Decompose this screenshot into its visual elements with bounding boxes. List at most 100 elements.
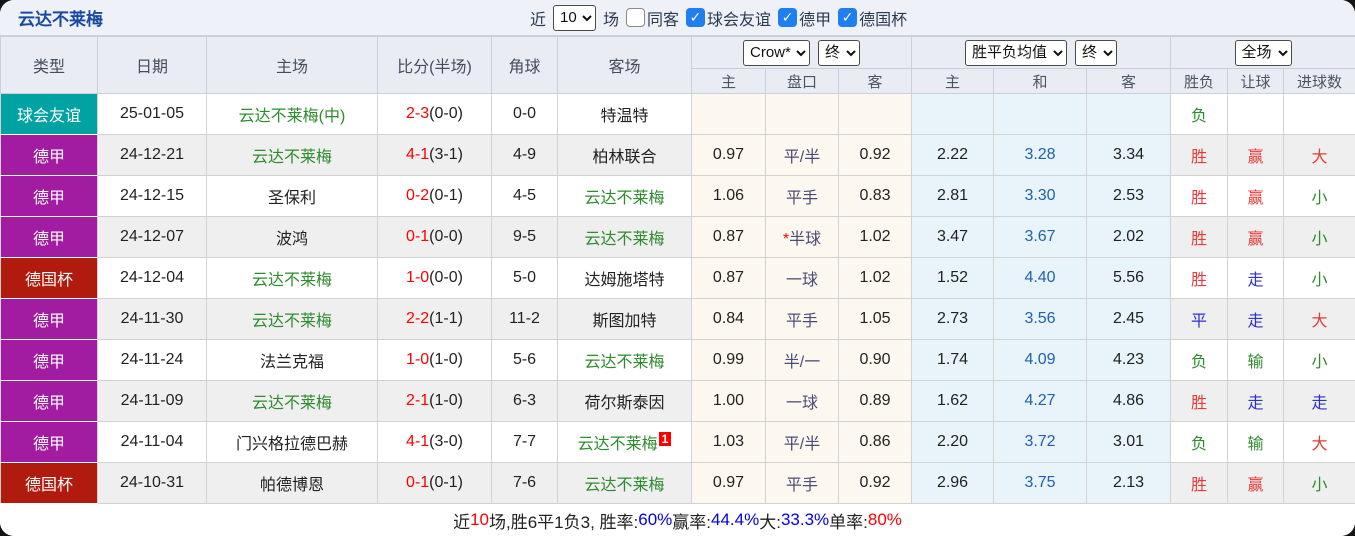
summary-bar: 近 10 场,胜6平1负3, 胜率: 60% 赢率: 44.4% 大: 33.3% 单率:… [0,504,1355,536]
match-date: 24-12-15 [97,175,207,217]
goals-result-cell: 走 [1283,380,1355,422]
mean-type-select[interactable]: 胜平负均值 [965,39,1068,66]
mean-away: 4.23 [1086,339,1172,381]
same-away-filter: 同客 [626,6,679,30]
table-row: 德甲 24-12-15 圣保利 0-2(0-1) 4-5 云达不莱梅 1.06 平手 0.83 2… [0,175,1355,217]
handicap-result-cell: 赢 [1227,462,1285,504]
match-type-badge: 德甲 [0,380,98,422]
handicap-cell: 半/一 [765,339,839,381]
handicap-result-cell: 走 [1227,257,1285,299]
mean-draw: 3.75 [993,462,1088,504]
result-cell: 负 [1170,93,1229,135]
result-cell: 胜 [1170,175,1229,217]
col-type: 类型 [0,36,98,94]
mean-group-header: 胜平负均值 终 [911,36,1172,69]
col-mean-draw: 和 [993,68,1088,94]
dfb-pokal-label: 德国杯 [859,11,908,29]
handicap-result-cell: 赢 [1227,216,1285,258]
table-row: 球会友谊 25-01-05 云达不莱梅(中) 2-3(0-0) 0-0 特温特 负 [0,93,1355,135]
match-type-badge: 德甲 [0,298,98,340]
friendly-checkbox[interactable] [686,8,706,27]
col-goals-result: 进球数 [1283,68,1355,94]
away-team: 云达不莱梅 [557,339,692,381]
handicap-cell: 一球 [765,380,839,422]
away-odds [837,93,913,135]
mean-away: 2.13 [1086,462,1172,504]
col-date: 日期 [97,36,207,94]
result-cell: 胜 [1170,257,1229,299]
match-date: 24-12-07 [97,216,207,258]
goals-result-cell: 小 [1283,257,1355,299]
col-odds-away: 客 [837,68,913,94]
handicap-cell: 平/半 [765,421,839,463]
match-type-badge: 球会友谊 [0,93,98,135]
col-result: 胜负 [1170,68,1229,94]
mean-away: 5.56 [1086,257,1172,299]
home-team: 门兴格拉德巴赫 [206,421,378,463]
red-card-badge: 1 [658,431,672,446]
odds-company-select[interactable]: Crow* [743,39,810,66]
mean-home: 1.52 [911,257,995,299]
table-row: 德甲 24-12-21 云达不莱梅 4-1(3-1) 4-9 柏林联合 0.97 平/半 0.9… [0,134,1355,176]
handicap-result-cell: 输 [1227,339,1285,381]
dfb-pokal-checkbox[interactable] [838,8,858,27]
match-history-panel: 云达不莱梅 近 10 场 同客 球会友谊 德甲 德国杯 [0,0,1355,536]
summary-segment: 80% [867,510,902,529]
handicap-result-cell: 走 [1227,298,1285,340]
home-odds: 1.06 [691,175,766,217]
league-filter-friendly: 球会友谊 [686,6,771,30]
mean-away: 3.01 [1086,421,1172,463]
same-away-checkbox[interactable] [626,8,646,27]
top-filter-bar: 云达不莱梅 近 10 场 同客 球会友谊 德甲 德国杯 [0,0,1355,36]
score-cell: 0-1(0-0) [377,216,492,258]
result-cell: 负 [1170,421,1229,463]
col-handicap-result: 让球 [1227,68,1285,94]
mean-home: 2.96 [911,462,995,504]
mean-time-select[interactable]: 终 [1075,39,1118,66]
corner-cell: 4-9 [491,134,558,176]
mean-home: 2.73 [911,298,995,340]
home-team: 云达不莱梅 [206,298,378,340]
scope-select[interactable]: 全场 [1234,39,1292,66]
odds-time-select[interactable]: 终 [818,39,860,66]
home-team: 帕德博恩 [206,462,378,504]
home-odds [691,93,766,135]
home-team: 云达不莱梅 [206,134,378,176]
col-home: 主场 [206,36,378,94]
summary-segment: 单率: [829,512,868,532]
home-team: 云达不莱梅(中) [206,93,378,135]
mean-home: 1.62 [911,380,995,422]
home-odds: 0.87 [691,216,766,258]
home-team: 圣保利 [206,175,378,217]
match-type-badge: 德甲 [0,216,98,258]
handicap-cell: 平手 [765,462,839,504]
handicap-cell: 一球 [765,257,839,299]
away-team: 达姆施塔特 [557,257,692,299]
score-cell: 2-2(1-1) [377,298,492,340]
table-row: 德甲 24-11-30 云达不莱梅 2-2(1-1) 11-2 斯图加特 0.84 平手 1.0… [0,298,1355,340]
home-team: 法兰克福 [206,339,378,381]
mean-home [911,93,995,135]
summary-segment: 赢率: [672,512,712,532]
col-score: 比分(半场) [377,36,492,94]
handicap-cell: 平/半 [765,134,839,176]
table-row: 德国杯 24-12-04 云达不莱梅 1-0(0-0) 5-0 达姆施塔特 0.87 一球 1.… [0,257,1355,299]
summary-segment: 场,胜6平1负3, 胜率: [488,512,639,532]
away-team: 云达不莱梅 1 [557,421,692,463]
match-type-badge: 德国杯 [0,257,98,299]
handicap-result-cell [1227,93,1285,135]
bundesliga-checkbox[interactable] [778,8,798,27]
score-cell: 2-1(1-0) [377,380,492,422]
table-row: 德甲 24-11-09 云达不莱梅 2-1(1-0) 6-3 荷尔斯泰因 1.00 一球 0.8… [0,380,1355,422]
corner-cell: 5-0 [491,257,558,299]
col-odds-home: 主 [691,68,766,94]
recent-label: 近 [530,11,547,29]
corner-cell: 0-0 [491,93,558,135]
recent-count-select[interactable]: 10 [553,4,597,31]
goals-result-cell: 小 [1283,175,1355,217]
score-cell: 1-0(1-0) [377,339,492,381]
match-date: 24-11-09 [97,380,207,422]
mean-home: 2.20 [911,421,995,463]
away-odds: 0.86 [837,421,913,463]
score-cell: 4-1(3-1) [377,134,492,176]
